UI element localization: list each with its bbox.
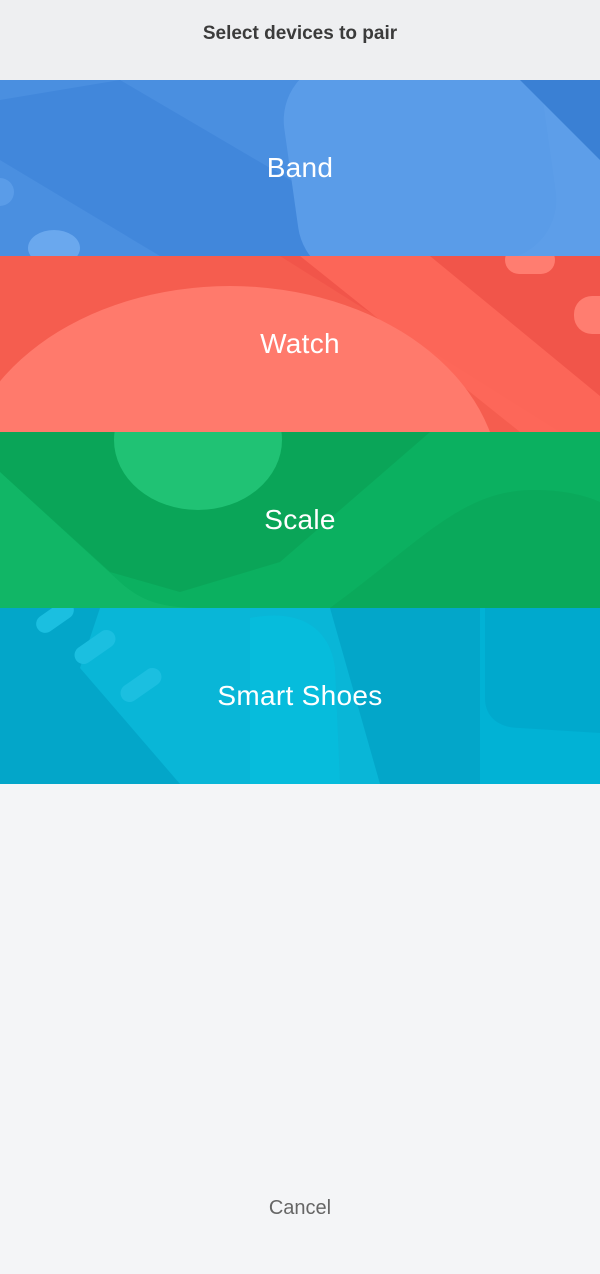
device-list: Band Watch Scale Smart Shoes (0, 80, 600, 784)
device-label-band: Band (266, 152, 334, 183)
dialog-title: Select devices to pair (202, 23, 398, 44)
device-option-band[interactable]: Band (0, 80, 600, 256)
device-option-smart-shoes[interactable]: Smart Shoes (0, 608, 600, 784)
device-option-watch[interactable]: Watch (0, 256, 600, 432)
dialog-header: Select devices to pair (0, 0, 600, 80)
device-label-scale: Scale (264, 504, 336, 535)
device-option-scale[interactable]: Scale (0, 432, 600, 608)
device-label-smart-shoes: Smart Shoes (217, 680, 383, 711)
cancel-button[interactable]: Cancel (0, 1188, 600, 1228)
device-label-watch: Watch (260, 328, 340, 359)
